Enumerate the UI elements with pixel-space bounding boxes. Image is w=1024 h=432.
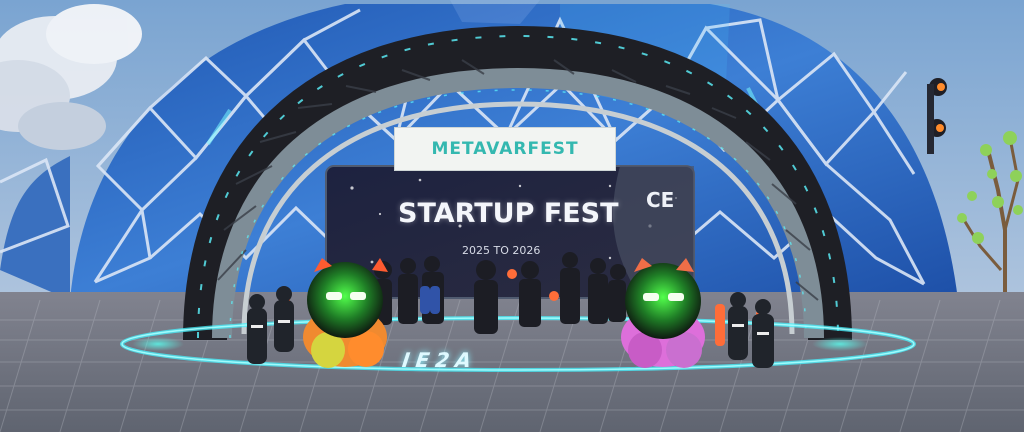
screen-corner-text: CE	[646, 188, 675, 212]
screen-subtitle: 2025 TO 2026	[462, 244, 541, 257]
floor-glow-left	[132, 337, 184, 351]
floor-text: IE2A	[398, 348, 481, 372]
screen-title: STARTUP FEST	[398, 198, 619, 229]
floor-glow-right	[812, 337, 868, 351]
metaverse-festival-scene: METAVARFEST STARTUP FEST 2025 TO 2026 CE…	[0, 0, 1024, 432]
event-banner: METAVARFEST	[394, 127, 616, 171]
